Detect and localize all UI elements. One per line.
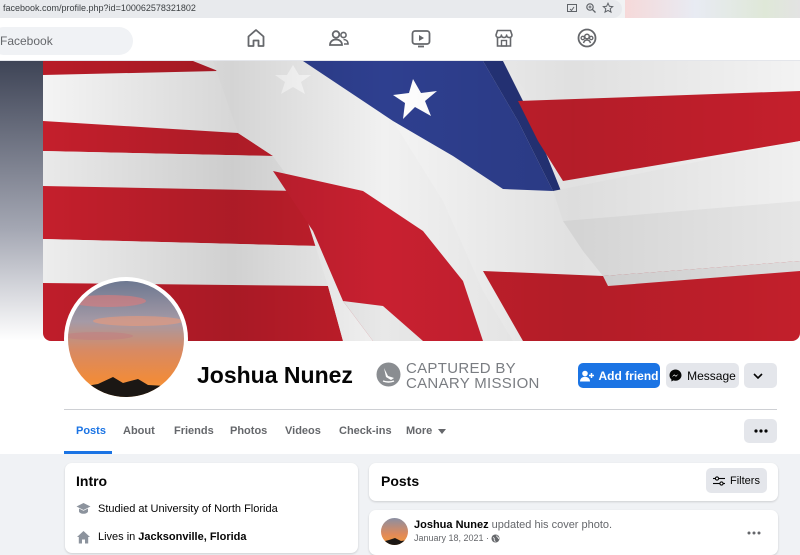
tab-videos[interactable]: Videos [285,425,321,437]
tab-about[interactable]: About [123,425,155,437]
location-prefix: Lives in [98,531,136,543]
browser-url-bar: facebook.com/profile.php?id=100062578321… [0,0,800,18]
active-tab-indicator [64,451,112,454]
filters-button[interactable]: Filters [706,468,767,493]
house-icon [77,531,90,544]
caret-down-icon [438,429,447,434]
post-author-avatar[interactable] [381,518,408,545]
posts-header-card: Posts Filters [369,463,778,501]
search-placeholder: Facebook [0,34,53,48]
header-divider [64,409,777,410]
posts-title: Posts [381,473,420,489]
canary-mission-badge-icon [376,362,401,387]
message-label: Message [687,368,736,383]
bookmark-star-icon[interactable] [602,2,614,14]
zoom-icon[interactable] [585,2,597,14]
add-friend-button[interactable]: Add friend [578,363,660,388]
filters-label: Filters [730,474,760,487]
intro-title: Intro [76,473,108,489]
messenger-icon [669,369,682,382]
groups-icon[interactable] [575,26,599,50]
location-row: Lives in Jacksonville, Florida [76,530,247,544]
tab-check-ins[interactable]: Check-ins [339,425,392,437]
sunset-image [68,281,184,397]
message-button[interactable]: Message [666,363,739,388]
tab-photos[interactable]: Photos [230,425,267,437]
profile-name: Joshua Nunez [197,362,353,388]
url-text[interactable]: facebook.com/profile.php?id=100062578321… [3,3,196,13]
sunset-thumbnail-image [381,518,408,545]
profile-avatar[interactable] [68,281,184,397]
address-bar[interactable]: facebook.com/profile.php?id=100062578321… [0,0,622,18]
post-options-button[interactable] [747,522,761,538]
chevron-down-icon [753,372,763,379]
education-prefix: Studied at [98,502,148,515]
post-action-text: updated his cover photo. [488,519,613,531]
cover-side-gradient [0,61,43,341]
marketplace-icon[interactable] [492,26,516,50]
search-input[interactable]: Facebook [0,27,133,55]
graduation-cap-icon [76,503,91,514]
post-date[interactable]: January 18, 2021 · [414,533,489,543]
education-row: Studied at University of North Florida [76,502,278,515]
ellipsis-icon [753,429,768,433]
intro-card: Intro Studied at University of North Flo… [65,463,358,553]
tab-posts[interactable]: Posts [76,425,106,437]
friends-icon[interactable] [327,26,351,50]
tab-more[interactable]: More [406,425,447,437]
location-city[interactable]: Jacksonville, Florida [138,531,246,543]
more-options-button[interactable] [744,363,777,388]
post-card: Joshua Nunez updated his cover photo. Ja… [369,510,778,555]
post-meta: January 18, 2021 · [414,533,500,543]
facebook-top-nav: Facebook [0,18,800,61]
tab-friends[interactable]: Friends [174,425,214,437]
sliders-icon [713,475,726,486]
add-friend-icon [579,370,594,381]
cast-icon[interactable] [566,2,578,14]
canary-badge-line2: CANARY MISSION [406,375,540,392]
education-school[interactable]: University of North Florida [151,503,278,515]
tab-more-label: More [406,425,433,437]
post-author-name[interactable]: Joshua Nunez [414,519,489,531]
browser-toolbar-area [625,0,800,18]
public-globe-icon [491,534,500,542]
watch-icon[interactable] [409,26,433,50]
profile-menu-button[interactable] [744,419,777,443]
ellipsis-icon [747,531,761,535]
home-icon[interactable] [244,26,268,50]
post-headline: Joshua Nunez updated his cover photo. [414,519,612,531]
add-friend-label: Add friend [598,368,659,383]
